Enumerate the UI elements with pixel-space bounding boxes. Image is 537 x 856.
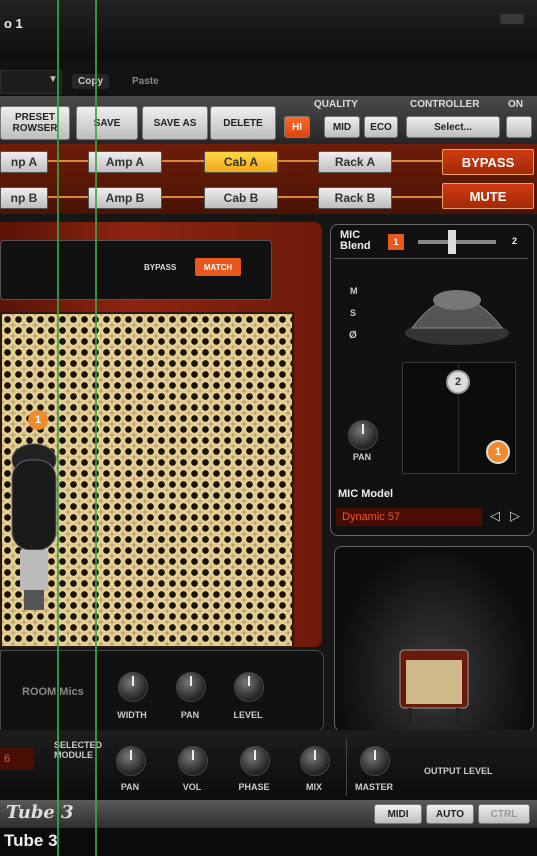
next-arrow-icon[interactable]: ▷ [510,508,520,524]
blend-left-button[interactable]: 1 [388,234,404,250]
mic-model-label: MIC Model [338,488,393,500]
amp-a-button[interactable]: Amp A [88,151,162,173]
room-level-label: LEVEL [233,710,263,720]
mic-1-position-badge[interactable]: 1 [486,440,510,464]
module-pan-label: PAN [120,782,140,792]
prev-arrow-icon[interactable]: ◁ [490,508,500,524]
module-pan-knob[interactable] [116,746,146,776]
master-knob[interactable] [360,746,390,776]
room-mics-label: ROOM Mics [22,686,84,698]
mic-mode-s[interactable]: S [350,308,356,318]
blend-slider[interactable] [418,240,496,244]
midi-button[interactable]: MIDI [374,804,422,824]
mic-position-badge[interactable]: 1 [28,410,48,430]
match-button[interactable]: MATCH [195,258,241,276]
module-mix-knob[interactable] [300,746,330,776]
module-phase-label: PHASE [238,782,270,792]
amp-b-button[interactable]: Amp B [88,187,162,209]
amp-thumbnail-icon [399,649,469,724]
room-width-knob[interactable] [118,672,148,702]
product-logo: Tube 3 [6,802,74,823]
mic-2-position-badge[interactable]: 2 [446,370,470,394]
copy-button[interactable]: Copy [72,74,109,89]
controller-label: CONTROLLER [410,99,480,110]
guide-line [57,0,59,856]
quality-hi-button[interactable]: HI [284,116,310,138]
mute-button[interactable]: MUTE [442,183,534,209]
speaker-icon [405,290,509,345]
save-as-button[interactable]: SAVE AS [142,106,208,140]
chain-slot-a[interactable]: np A [0,151,48,173]
paste-button[interactable]: Paste [126,74,165,89]
room-pan-label: PAN [180,710,200,720]
title-bar [0,0,537,60]
module-mix-label: MIX [305,782,322,792]
rack-a-button[interactable]: Rack A [318,151,392,173]
room-width-label: WIDTH [117,710,147,720]
left-value-field[interactable]: 6 [0,748,34,770]
mic-mode-m[interactable]: M [350,286,358,296]
quality-mid-button[interactable]: MID [324,116,360,138]
quality-label: QUALITY [314,99,358,110]
auto-button[interactable]: AUTO [426,804,474,824]
cab-a-button[interactable]: Cab A [204,151,278,173]
phase-invert-button[interactable]: Ø [349,330,357,341]
quality-eco-button[interactable]: ECO [364,116,398,138]
guide-line [95,0,97,856]
delete-button[interactable]: DELETE [210,106,276,140]
divider [334,258,528,259]
mic-blend-label: MIC Blend [340,229,371,252]
cabinet-bypass-label: BYPASS [144,263,177,272]
room-level-knob[interactable] [234,672,264,702]
master-label: MASTER [355,782,393,792]
window-control-button[interactable] [500,14,524,24]
module-phase-knob[interactable] [240,746,270,776]
output-level-label: OUTPUT LEVEL [424,766,493,776]
module-vol-knob[interactable] [178,746,208,776]
window-title: o 1 [4,16,23,31]
mic-pan-label: PAN [352,452,372,462]
controller-select-button[interactable]: Select... [406,116,500,138]
ctrl-button[interactable]: CTRL [478,804,530,824]
blend-slider-handle[interactable] [448,230,456,254]
on-label: ON [508,99,523,110]
module-vol-label: VOL [182,782,202,792]
caption-bar [0,828,537,856]
blend-right-label: 2 [512,236,518,246]
room-pan-knob[interactable] [176,672,206,702]
caption-text: Tube 3 [4,831,58,850]
bypass-button[interactable]: BYPASS [442,149,534,175]
mic-pan-knob[interactable] [348,420,378,450]
microphone-icon[interactable] [10,440,58,610]
rack-b-button[interactable]: Rack B [318,187,392,209]
chain-slot-b[interactable]: np B [0,187,48,209]
save-button[interactable]: SAVE [76,106,138,140]
mic-model-field[interactable]: Dynamic 57 [336,508,482,526]
preset-browser-button[interactable]: PRESET ROWSER [0,106,70,140]
cab-b-button[interactable]: Cab B [204,187,278,209]
controller-on-toggle[interactable] [506,116,532,138]
